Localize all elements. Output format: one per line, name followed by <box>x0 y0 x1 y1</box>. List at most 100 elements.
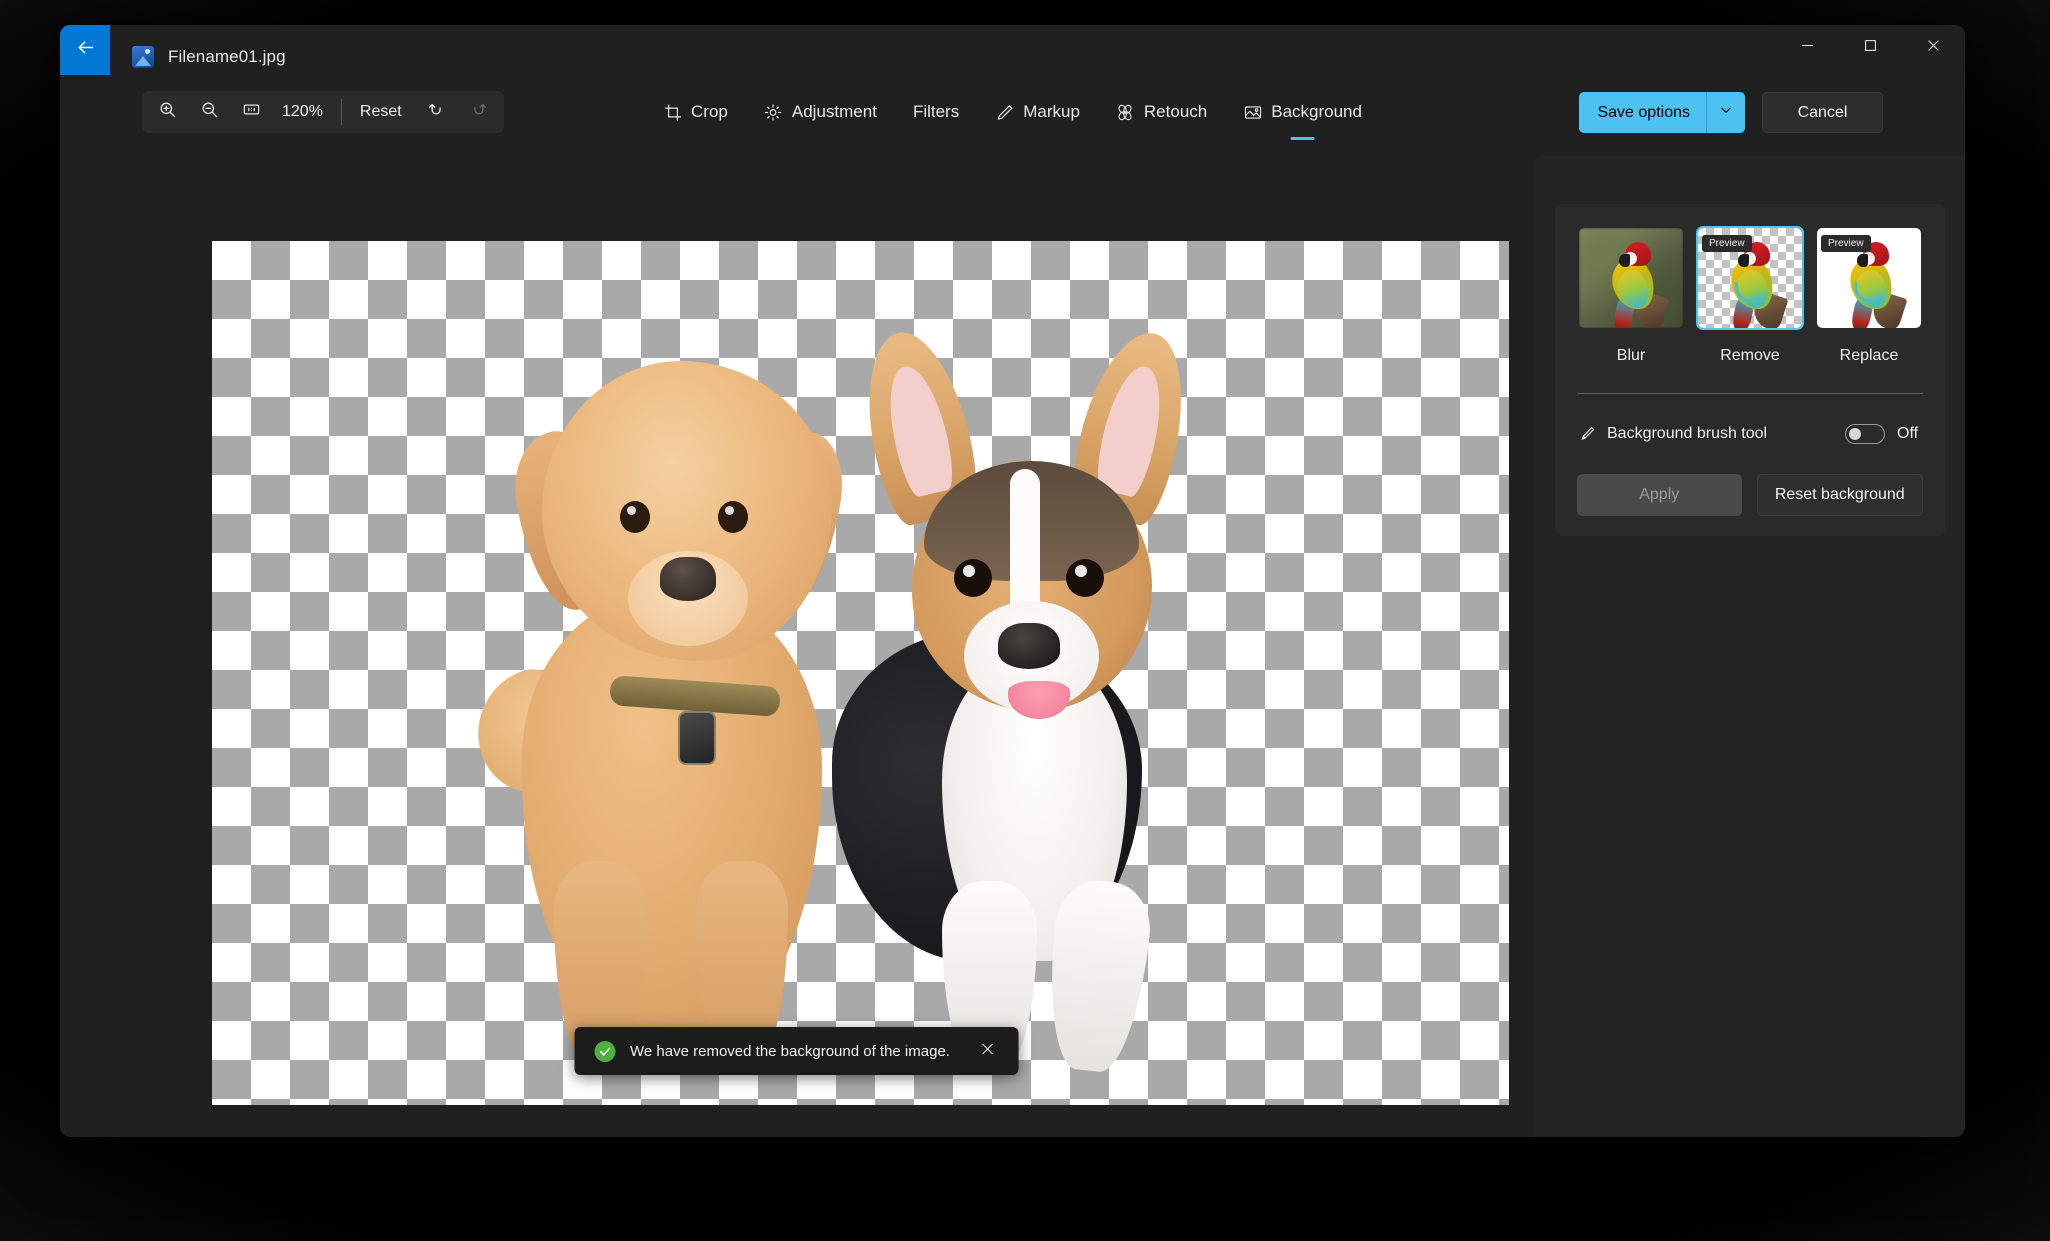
tab-indicator <box>1290 137 1315 140</box>
close-icon <box>1927 39 1940 57</box>
tab-indicator <box>1150 137 1174 140</box>
editor-tabs: Crop Adjustment Filters Markup Retouch B… <box>645 90 1380 140</box>
tab-indicator <box>924 137 948 140</box>
doodle-nose <box>660 557 716 601</box>
zoom-level-label: 120% <box>282 103 323 120</box>
doodle-eye-right <box>718 501 748 533</box>
tab-markup[interactable]: Markup <box>977 90 1098 140</box>
tab-indicator <box>1026 137 1050 140</box>
tab-label: Filters <box>912 102 960 121</box>
background-option-label: Blur <box>1616 347 1646 364</box>
blur-thumbnail <box>1577 226 1685 330</box>
success-check-icon <box>594 1040 616 1062</box>
maximize-button[interactable] <box>1839 25 1902 71</box>
tab-indicator <box>683 137 707 140</box>
retouch-icon <box>1116 103 1135 122</box>
editor-body: We have removed the background of the im… <box>60 156 1965 1137</box>
zoom-toolbar: 120% Reset <box>142 91 504 133</box>
reset-zoom-button[interactable]: Reset <box>346 94 416 130</box>
brush-icon <box>1577 425 1603 444</box>
crop-icon <box>663 103 682 122</box>
close-button[interactable] <box>1902 25 1965 71</box>
zoom-out-icon <box>200 100 219 124</box>
one-to-one-icon <box>242 100 261 124</box>
tab-label: Crop <box>691 102 728 121</box>
corgi-eye-left <box>954 559 992 597</box>
corgi-eye-right <box>1066 559 1104 597</box>
photo-editor-window: Filename01.jpg 120% Reset Crop Adjustmen… <box>60 25 1965 1137</box>
replace-thumbnail: Preview <box>1815 226 1923 330</box>
title-file-info: Filename01.jpg <box>110 25 286 88</box>
undo-icon <box>427 100 446 124</box>
redo-icon <box>469 100 488 124</box>
tab-filters[interactable]: Filters <box>895 90 977 140</box>
tab-crop[interactable]: Crop <box>645 90 746 140</box>
tab-indicator <box>808 137 832 140</box>
corgi-nose <box>998 623 1060 669</box>
tab-background[interactable]: Background <box>1225 90 1380 140</box>
tab-label: Retouch <box>1143 102 1208 121</box>
background-brush-label: Background brush tool <box>1607 425 1768 442</box>
save-options-button[interactable]: Save options <box>1579 92 1745 133</box>
arrow-left-icon <box>75 37 96 63</box>
background-option-blur[interactable]: Blur <box>1577 226 1685 365</box>
undo-button[interactable] <box>416 94 458 130</box>
background-option-remove[interactable]: Preview Remove <box>1696 226 1804 365</box>
maximize-icon <box>1864 39 1877 57</box>
remove-thumbnail: Preview <box>1696 226 1804 330</box>
image-file-icon <box>132 45 154 68</box>
toolbar-divider <box>340 99 342 125</box>
toast-notification: We have removed the background of the im… <box>574 1027 1019 1075</box>
background-options: Blur Preview Remove Preview Replace <box>1569 226 1931 365</box>
doodle-eye-left <box>620 501 650 533</box>
reset-background-button[interactable]: Reset background <box>1756 474 1923 516</box>
panel-divider <box>1577 393 1923 394</box>
background-brush-row: Background brush tool Off <box>1577 424 1923 444</box>
chevron-down-icon <box>1719 103 1733 122</box>
back-button[interactable] <box>60 25 110 75</box>
tab-adjustment[interactable]: Adjustment <box>746 90 895 140</box>
preview-badge: Preview <box>1702 235 1752 252</box>
save-options-dropdown-toggle[interactable] <box>1706 92 1745 133</box>
pencil-icon <box>995 103 1014 122</box>
doodle-collar-tag <box>678 711 716 765</box>
zoom-in-button[interactable] <box>146 94 188 130</box>
toolbar-row: 120% Reset Crop Adjustment Filters Marku… <box>60 88 1965 156</box>
toast-close-button[interactable] <box>973 1036 1003 1066</box>
background-brush-state: Off <box>1897 425 1919 442</box>
zoom-in-icon <box>158 100 177 124</box>
canvas-area: We have removed the background of the im… <box>60 156 1533 1137</box>
tab-retouch[interactable]: Retouch <box>1098 90 1225 140</box>
background-option-label: Replace <box>1839 347 1899 364</box>
zoom-out-button[interactable] <box>188 94 230 130</box>
window-controls <box>1776 25 1965 71</box>
top-action-buttons: Save options Cancel <box>1579 92 1883 133</box>
tab-label: Background <box>1271 102 1362 121</box>
background-brush-toggle[interactable] <box>1845 424 1885 444</box>
background-panel-card: Blur Preview Remove Preview Replace Back… <box>1555 204 1945 536</box>
background-icon <box>1243 103 1262 122</box>
corgi-puppy <box>812 322 1232 1076</box>
save-options-label: Save options <box>1579 92 1706 133</box>
redo-button[interactable] <box>458 94 500 130</box>
toast-message: We have removed the background of the im… <box>630 1042 950 1060</box>
tab-label: Adjustment <box>791 102 877 121</box>
file-name-label: Filename01.jpg <box>168 46 286 66</box>
tab-label: Markup <box>1023 102 1080 121</box>
background-option-label: Remove <box>1720 347 1780 364</box>
brightness-icon <box>764 103 783 122</box>
preview-badge: Preview <box>1821 235 1871 252</box>
minimize-icon <box>1801 39 1814 57</box>
close-icon <box>981 1042 995 1061</box>
image-canvas[interactable] <box>212 241 1509 1105</box>
cancel-button[interactable]: Cancel <box>1762 92 1883 133</box>
background-panel: Blur Preview Remove Preview Replace Back… <box>1533 156 1965 1137</box>
background-option-replace[interactable]: Preview Replace <box>1815 226 1923 365</box>
minimize-button[interactable] <box>1776 25 1839 71</box>
parrot-illustration <box>1605 236 1670 328</box>
title-bar: Filename01.jpg <box>60 25 1965 88</box>
actual-size-button[interactable] <box>230 94 272 130</box>
apply-button[interactable]: Apply <box>1577 474 1742 516</box>
edited-image-subject <box>212 241 1509 1105</box>
panel-action-buttons: Apply Reset background <box>1577 474 1923 516</box>
